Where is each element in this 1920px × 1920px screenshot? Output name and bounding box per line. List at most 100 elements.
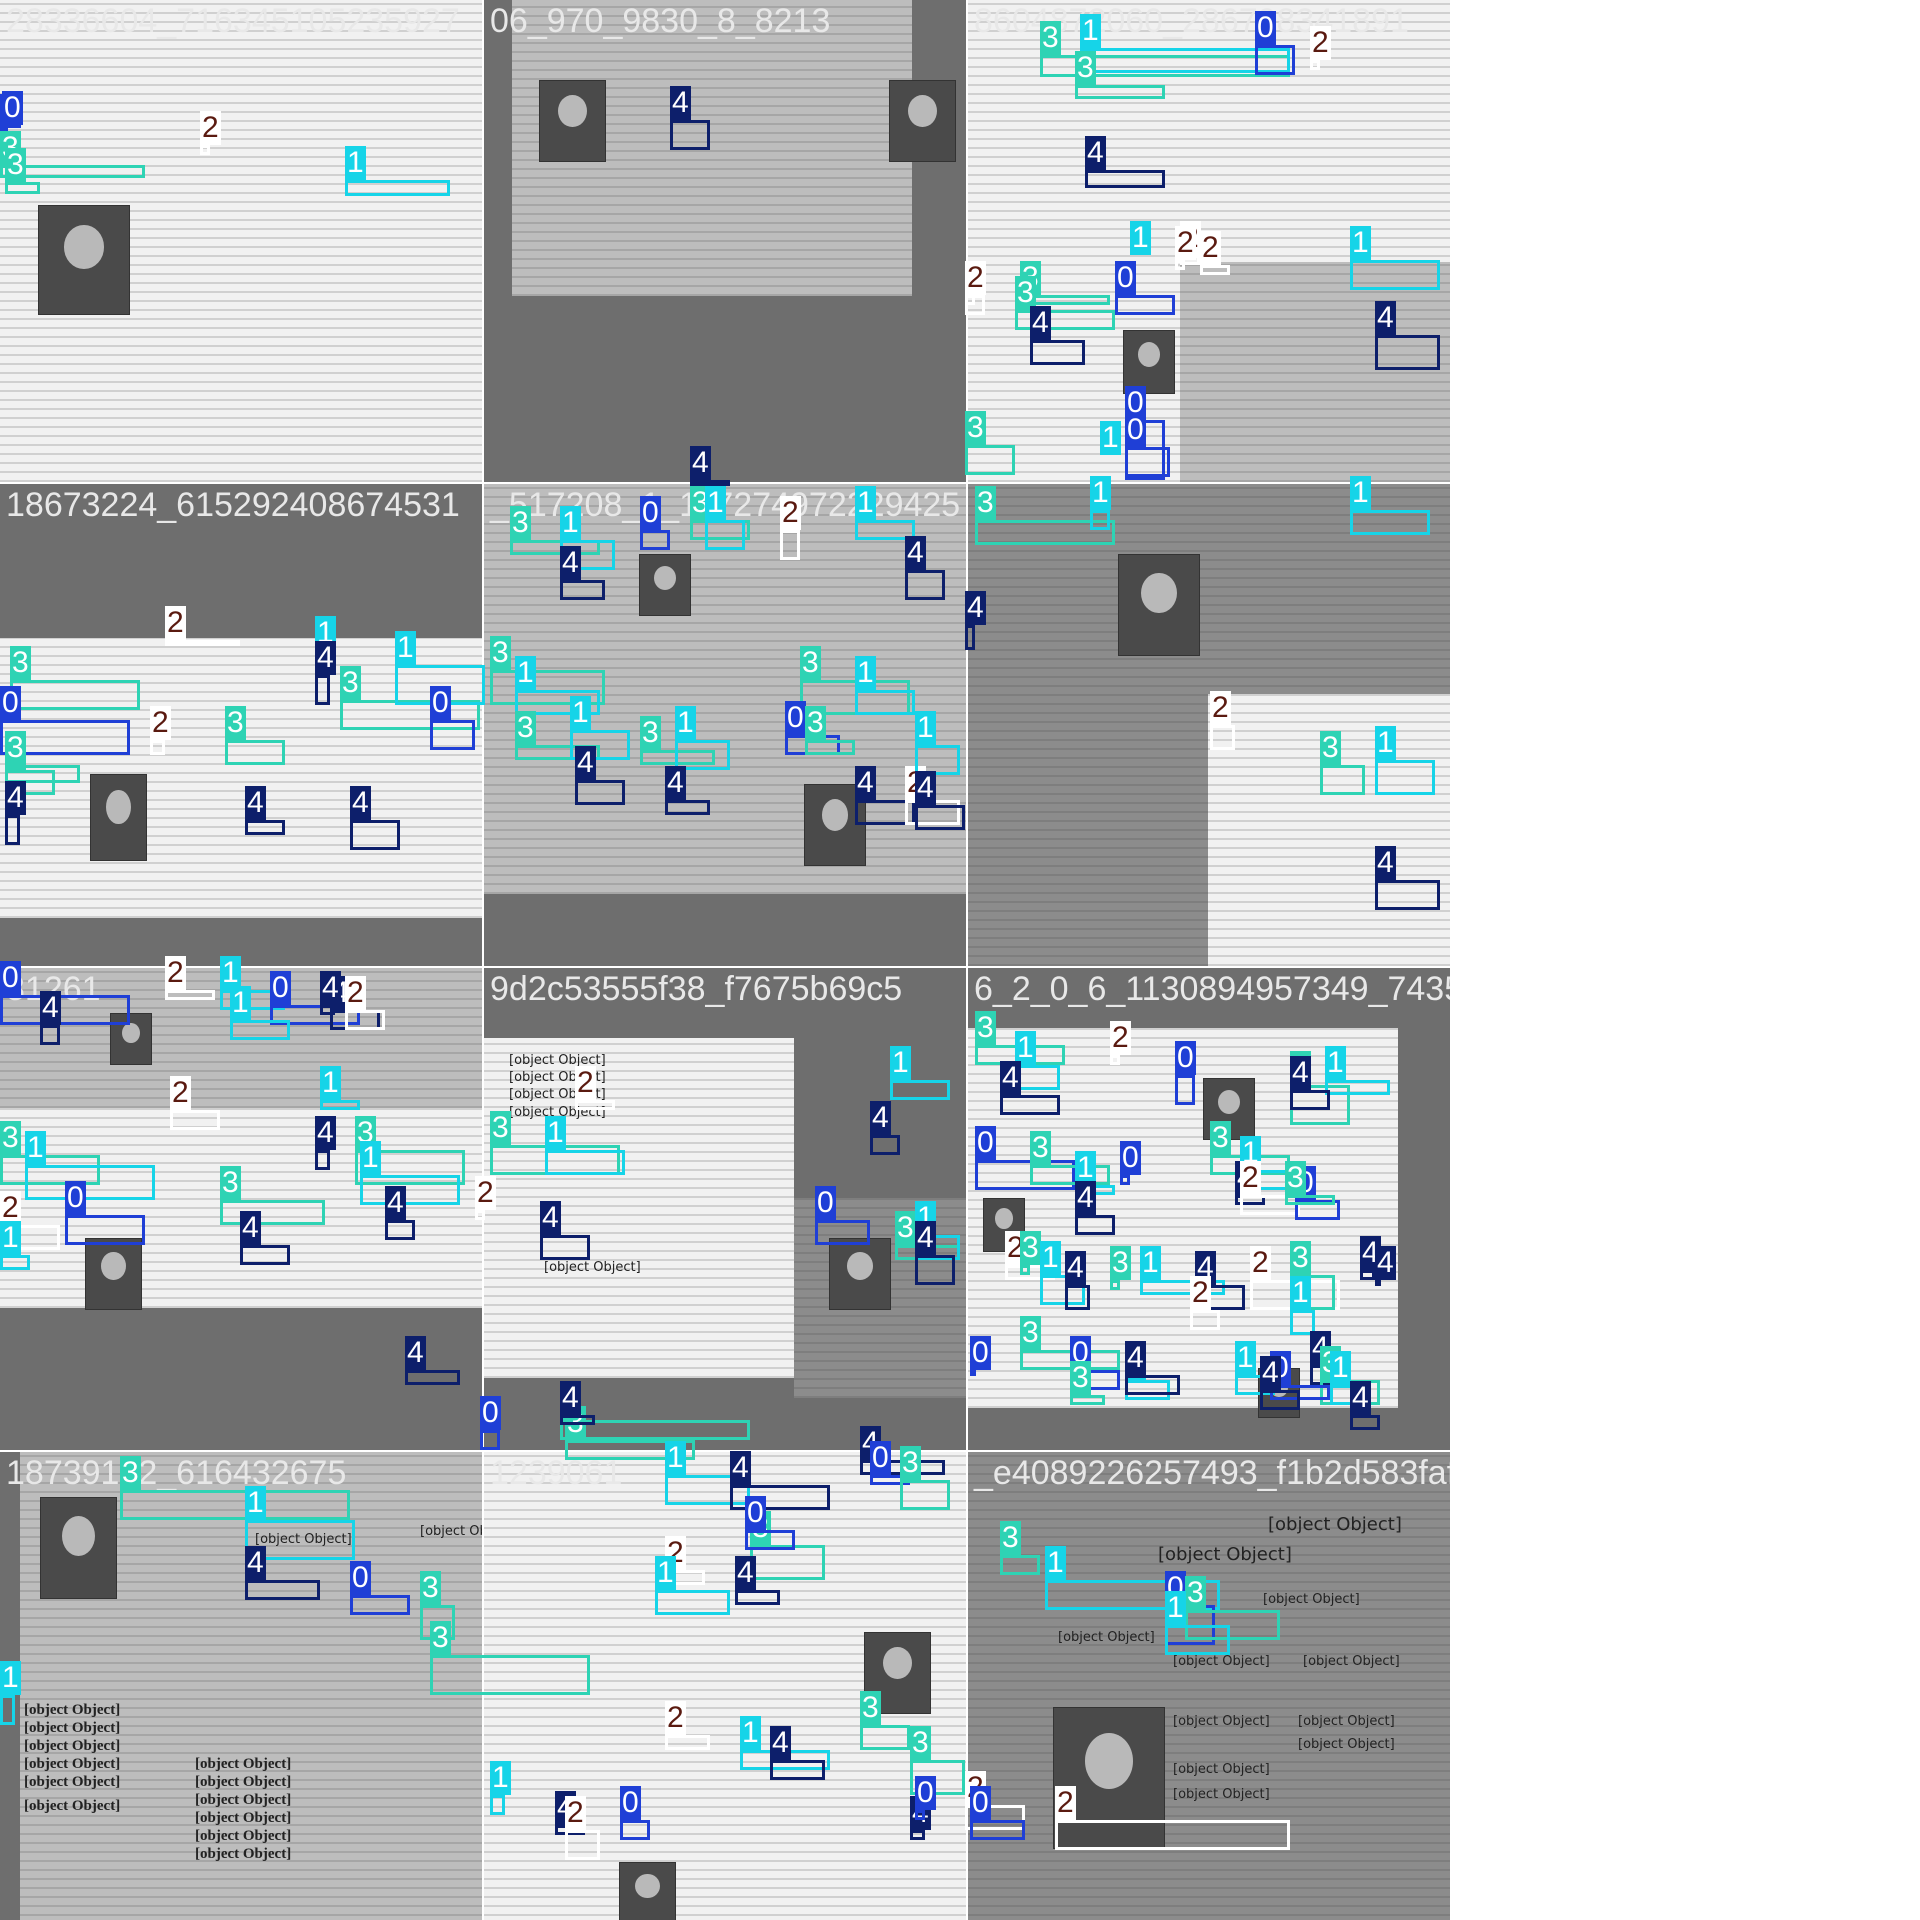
annotation-class-tag: 0 <box>620 1786 641 1820</box>
annotation-class-tag: 1 <box>230 986 251 1020</box>
annotation-box-class-1 <box>345 180 450 196</box>
annotation-class-tag: 2 <box>965 261 986 295</box>
annotation-class-tag: 2 <box>165 606 186 640</box>
annotation-class-tag: 4 <box>560 546 581 580</box>
annotation-class-tag: 4 <box>915 771 936 805</box>
annotation-box-class-4 <box>575 780 625 805</box>
annotation-box-class-0 <box>2 125 8 131</box>
annotation-class-tag: 4 <box>1375 1246 1396 1280</box>
annotation-box-class-4 <box>560 1415 595 1425</box>
annotation-box-class-1 <box>655 1590 730 1615</box>
annotation-box-class-0 <box>915 1810 925 1820</box>
annotation-box-class-3 <box>1020 1265 1030 1275</box>
annotation-class-tag: 4 <box>855 766 876 800</box>
annotation-box-class-4 <box>1290 1090 1330 1110</box>
annotation-class-tag: 2 <box>1200 231 1221 265</box>
annotation-class-tag: 3 <box>10 646 31 680</box>
annotation-class-tag: 1 <box>1325 1046 1346 1080</box>
annotation-class-tag: 3 <box>510 506 531 540</box>
annotation-class-tag: 4 <box>575 746 596 780</box>
annotation-class-tag: 1 <box>1350 226 1371 260</box>
annotation-class-tag: 4 <box>915 1221 936 1255</box>
annotation-box-class-0 <box>640 530 670 550</box>
annotation-box-class-0 <box>480 1430 500 1450</box>
annotation-class-tag: 1 <box>855 486 876 520</box>
annotation-box-class-4 <box>540 1235 590 1260</box>
annotation-box-class-4 <box>665 800 710 815</box>
annotation-box-class-3 <box>965 445 1015 475</box>
annotation-class-tag: 2 <box>1210 691 1231 725</box>
annotation-box-class-4 <box>245 1580 320 1600</box>
annotation-class-tag: 2 <box>575 1066 596 1100</box>
annotation-box-class-4 <box>915 1255 955 1285</box>
annotation-class-tag: 4 <box>1000 1061 1021 1095</box>
annotation-class-tag: 3 <box>1000 1521 1021 1555</box>
annotation-box-class-1 <box>1350 260 1440 290</box>
annotation-class-tag: 3 <box>225 706 246 740</box>
annotation-class-tag: 0 <box>640 496 661 530</box>
annotation-box-class-2 <box>1190 1310 1220 1330</box>
annotation-box-class-0 <box>970 1370 976 1376</box>
annotation-class-tag: 1 <box>1165 1591 1186 1625</box>
annotation-class-tag: 4 <box>690 446 711 480</box>
annotation-class-tag: 3 <box>220 1166 241 1200</box>
annotation-box-class-4 <box>1360 1270 1375 1280</box>
annotation-class-tag: 4 <box>730 1451 751 1485</box>
annotation-box-class-1 <box>1325 1080 1390 1095</box>
annotation-class-tag: 2 <box>345 976 366 1010</box>
annotation-class-tag: 1 <box>0 1661 21 1695</box>
annotation-class-tag: 3 <box>805 706 826 740</box>
annotation-class-tag: 1 <box>1290 1276 1311 1310</box>
annotation-box-class-4 <box>405 1370 460 1385</box>
annotation-class-tag: 2 <box>1190 1276 1211 1310</box>
annotation-class-tag: 3 <box>340 666 361 700</box>
annotation-box-class-2 <box>1210 725 1235 750</box>
annotation-box-class-1 <box>1350 510 1430 535</box>
annotation-class-tag: 3 <box>1285 1161 1306 1195</box>
annotation-class-tag: 1 <box>1080 14 1101 48</box>
annotation-class-tag: 4 <box>315 1116 336 1150</box>
annotation-class-tag: 1 <box>490 1761 511 1795</box>
annotation-box-class-1 <box>1165 1625 1230 1655</box>
annotation-box-class-4 <box>1375 880 1440 910</box>
annotation-box-class-0 <box>430 720 475 750</box>
annotation-box-class-3 <box>1030 1165 1110 1185</box>
annotation-mosaic: 28336604_716345105235927 06_970_9830_8_8… <box>0 0 1920 1920</box>
annotation-class-tag: 0 <box>480 1396 501 1430</box>
annotation-class-tag: 4 <box>540 1201 561 1235</box>
annotation-box-class-2 <box>345 1010 385 1030</box>
annotation-class-tag: 4 <box>905 536 926 570</box>
annotation-class-tag: 1 <box>0 1221 21 1255</box>
annotation-box-class-4 <box>910 1830 925 1840</box>
annotation-box-class-0 <box>65 1215 145 1245</box>
annotation-box-class-4 <box>385 1220 415 1240</box>
annotation-box-class-2 <box>150 740 165 755</box>
annotation-box-class-4 <box>965 625 975 650</box>
annotation-class-tag: 4 <box>1030 306 1051 340</box>
annotation-box-class-3 <box>5 182 40 194</box>
annotation-box-class-1 <box>705 520 745 550</box>
annotation-box-class-4 <box>240 1245 290 1265</box>
annotation-class-tag: 1 <box>1100 421 1121 455</box>
annotation-box-class-4 <box>735 1590 780 1605</box>
annotation-class-tag: 1 <box>1235 1341 1256 1375</box>
annotation-class-tag: 0 <box>1115 261 1136 295</box>
annotation-class-tag: 1 <box>1375 726 1396 760</box>
annotation-class-tag: 3 <box>800 646 821 680</box>
annotation-box-class-3 <box>10 680 140 710</box>
annotation-class-tag: 2 <box>780 496 801 530</box>
annotation-box-class-3 <box>860 1725 910 1750</box>
annotation-class-tag: 0 <box>1120 1141 1141 1175</box>
annotation-class-tag: 1 <box>1075 1151 1096 1185</box>
annotation-class-tag: 3 <box>895 1211 916 1245</box>
annotation-class-tag: 4 <box>245 1546 266 1580</box>
annotation-class-tag: 4 <box>1065 1251 1086 1285</box>
annotation-class-tag: 2 <box>200 111 221 145</box>
annotation-box-class-4 <box>315 675 330 705</box>
annotation-box-class-4 <box>1125 1375 1180 1395</box>
annotation-class-tag: 2 <box>665 1701 686 1735</box>
annotation-class-tag: 2 <box>165 956 186 990</box>
annotation-box-class-3 <box>225 740 285 765</box>
annotation-class-tag: 4 <box>350 786 371 820</box>
annotation-class-tag: 0 <box>915 1776 936 1810</box>
